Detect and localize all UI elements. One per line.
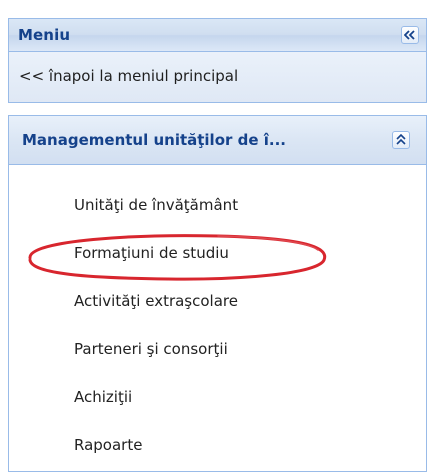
section-header[interactable]: Managementul unităţilor de î... bbox=[9, 116, 426, 165]
menu-item-rapoarte[interactable]: Rapoarte bbox=[74, 436, 142, 454]
menu-item-achizitii[interactable]: Achiziţii bbox=[74, 388, 132, 406]
collapse-panel-button[interactable] bbox=[401, 26, 419, 44]
menu-item-parteneri[interactable]: Parteneri şi consorţii bbox=[74, 340, 228, 358]
menu-item-formatiuni[interactable]: Formaţiuni de studiu bbox=[74, 244, 229, 262]
management-section: Managementul unităţilor de î... Unităţi … bbox=[8, 115, 427, 472]
menu-item-activitati[interactable]: Activităţi extraşcolare bbox=[74, 292, 238, 310]
side-menu-panel: Meniu << înapoi la meniul principal Mana… bbox=[0, 0, 435, 472]
menu-item-unitati[interactable]: Unităţi de învăţământ bbox=[74, 196, 238, 214]
collapse-section-button[interactable] bbox=[392, 131, 410, 149]
menu-header: Meniu bbox=[8, 18, 427, 52]
double-chevron-up-icon bbox=[396, 134, 406, 145]
back-to-main-menu-link[interactable]: << înapoi la meniul principal bbox=[19, 67, 238, 85]
back-to-main-menu-row[interactable]: << înapoi la meniul principal bbox=[8, 52, 427, 103]
double-chevron-left-icon bbox=[404, 30, 415, 40]
menu-title: Meniu bbox=[18, 26, 71, 44]
section-title: Managementul unităţilor de î... bbox=[22, 131, 286, 149]
